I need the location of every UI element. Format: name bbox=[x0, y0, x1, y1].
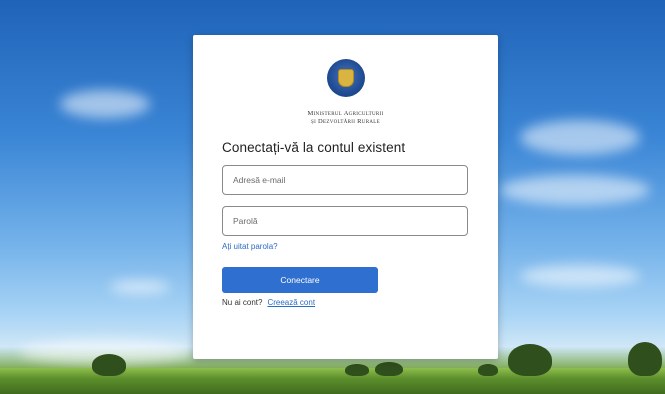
cloud bbox=[60, 90, 150, 118]
tree bbox=[92, 354, 126, 376]
cloud bbox=[520, 265, 640, 287]
cloud bbox=[110, 280, 170, 294]
coat-of-arms-icon bbox=[338, 69, 354, 87]
cloud bbox=[500, 175, 650, 205]
login-title: Conectați-vă la contul existent bbox=[222, 140, 406, 155]
ministry-name-line1: Ministerul Agriculturii bbox=[307, 110, 384, 117]
password-field[interactable] bbox=[222, 206, 468, 236]
tree bbox=[478, 364, 498, 376]
no-account-text: Nu ai cont? bbox=[222, 298, 263, 307]
no-account-row: Nu ai cont? Creează cont bbox=[222, 298, 315, 307]
email-field[interactable] bbox=[222, 165, 468, 195]
tree bbox=[375, 362, 403, 376]
ministry-name-line2: și Dezvoltării Rurale bbox=[311, 118, 380, 125]
government-logo bbox=[327, 59, 365, 97]
tree bbox=[345, 364, 369, 376]
login-button[interactable]: Conectare bbox=[222, 267, 378, 293]
forgot-password-link[interactable]: Ați uitat parola? bbox=[222, 242, 278, 251]
create-account-link[interactable]: Creează cont bbox=[267, 298, 315, 307]
tree bbox=[508, 344, 552, 376]
cloud bbox=[520, 120, 640, 155]
tree bbox=[628, 342, 662, 376]
login-card: Ministerul Agriculturii și Dezvoltării R… bbox=[193, 35, 498, 359]
